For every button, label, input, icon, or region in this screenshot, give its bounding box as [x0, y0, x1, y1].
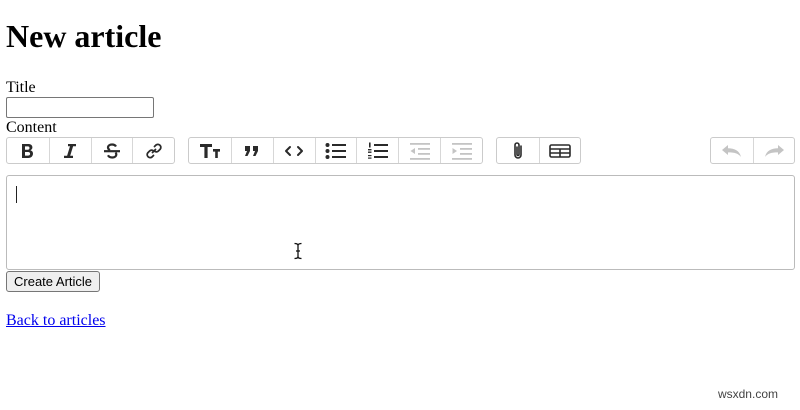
attach-file-button[interactable] [497, 138, 539, 163]
insert-table-button[interactable] [538, 138, 581, 163]
redo-icon [763, 144, 785, 158]
title-label: Title [6, 79, 36, 96]
heading-button[interactable] [189, 138, 231, 163]
text-tools-group [6, 137, 175, 164]
quote-button[interactable] [230, 138, 273, 163]
bullet-list-button[interactable] [314, 138, 357, 163]
watermark: wsxdn.com [717, 387, 778, 401]
undo-button[interactable] [711, 138, 753, 163]
numbered-list-button[interactable] [356, 138, 398, 163]
table-icon [548, 143, 571, 158]
content-label: Content [6, 119, 57, 136]
history-tools-group [710, 137, 795, 164]
outdent-icon [409, 142, 431, 160]
content-editor[interactable] [6, 175, 795, 270]
bullet-list-icon [325, 142, 347, 160]
text-caret [16, 186, 17, 203]
italic-icon [63, 143, 77, 159]
increase-indent-button[interactable] [440, 138, 482, 163]
indent-icon [451, 142, 473, 160]
link-icon [145, 142, 163, 160]
link-button[interactable] [132, 138, 174, 163]
redo-button[interactable] [752, 138, 795, 163]
bold-icon [21, 143, 35, 159]
code-button[interactable] [272, 138, 315, 163]
numbered-list-icon [367, 142, 389, 160]
italic-button[interactable] [48, 138, 91, 163]
strikethrough-button[interactable] [90, 138, 133, 163]
quote-icon [244, 145, 260, 157]
title-input[interactable] [6, 97, 154, 118]
block-tools-group [188, 137, 483, 164]
decrease-indent-button[interactable] [398, 138, 440, 163]
back-to-articles-link[interactable]: Back to articles [6, 312, 106, 330]
create-article-button[interactable]: Create Article [6, 271, 101, 292]
strikethrough-icon [103, 142, 121, 159]
file-tools-group [496, 137, 581, 164]
code-icon [284, 145, 304, 157]
page-title: New article [6, 18, 162, 54]
ibeam-cursor-icon [292, 242, 304, 265]
heading-icon [199, 143, 221, 159]
undo-icon [721, 144, 743, 158]
bold-button[interactable] [7, 138, 49, 163]
paperclip-icon [511, 141, 525, 161]
